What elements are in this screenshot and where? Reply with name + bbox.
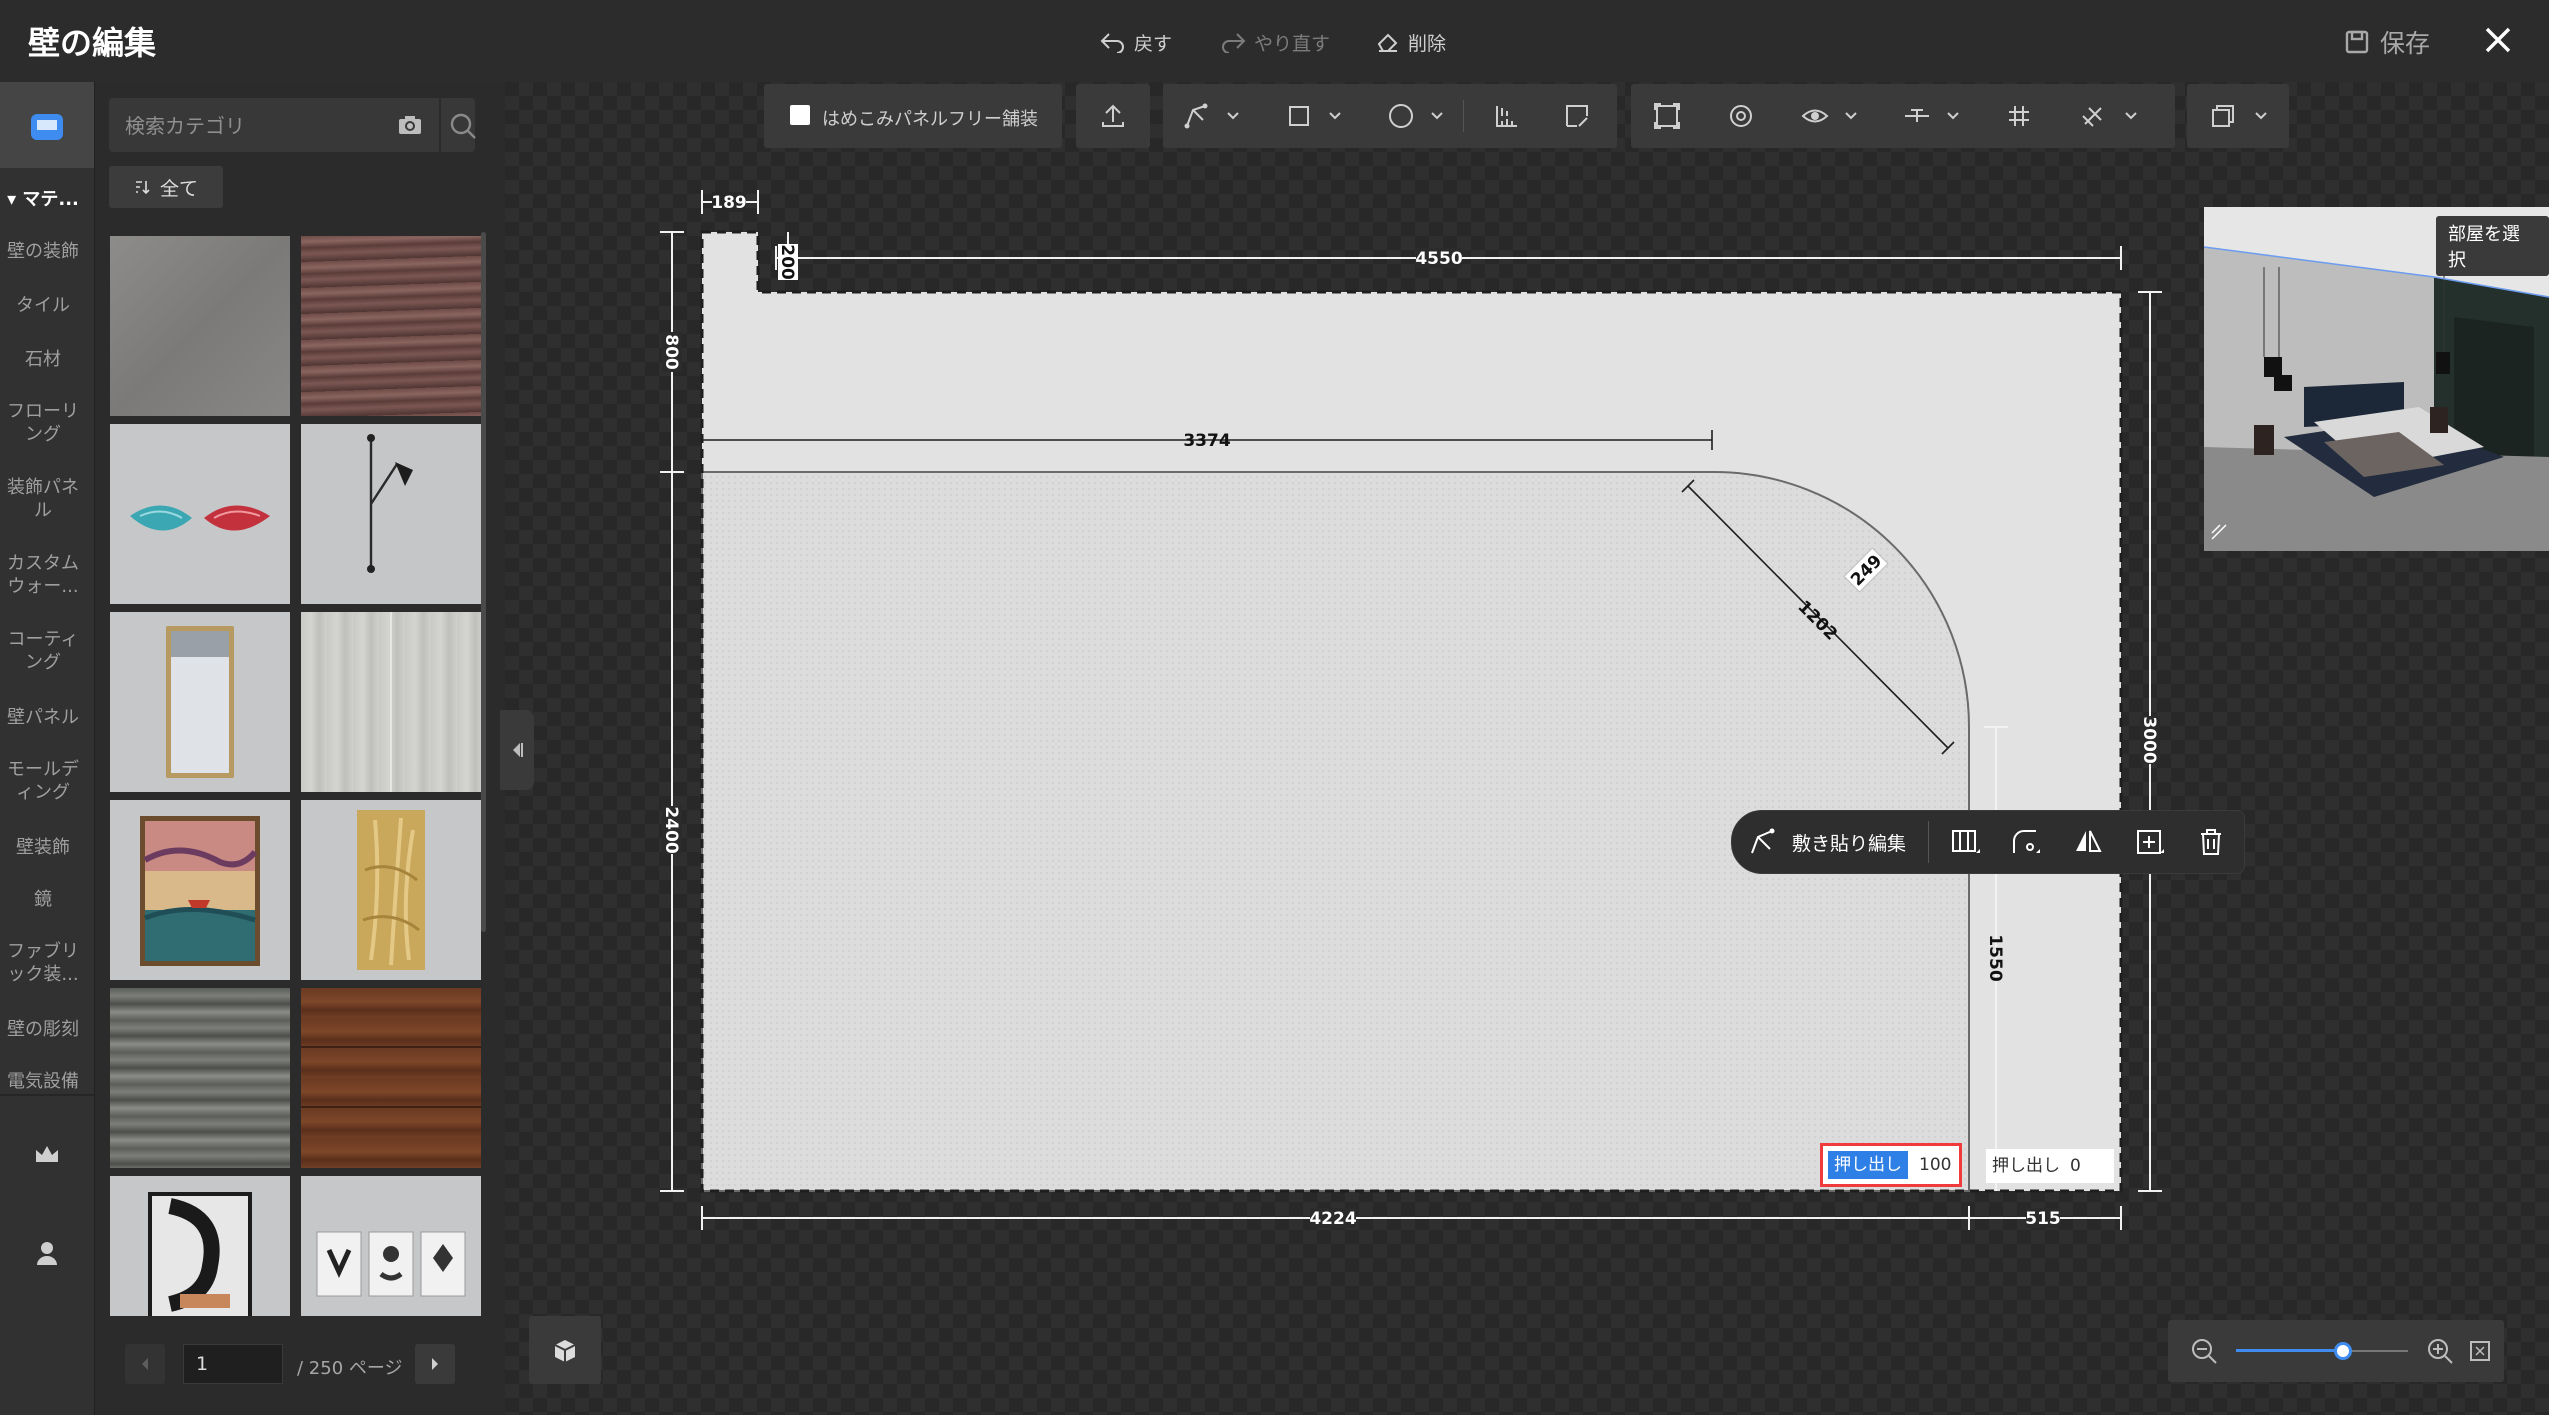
- dim-4224: 4224: [1309, 1209, 1356, 1229]
- align-icon[interactable]: [1903, 102, 1931, 130]
- draw-tools-group: [1163, 84, 1617, 148]
- dim-4550: 4550: [1415, 249, 1462, 269]
- tile-context-bar: 敷き貼り編集: [1731, 810, 2245, 874]
- chevron-down-icon[interactable]: [2255, 112, 2267, 120]
- wall-drawing: 189 4550 200 800 3374 249 1202 2400 3000: [660, 190, 2162, 1230]
- dim-515: 515: [2025, 1209, 2061, 1229]
- pen-path-icon[interactable]: [1183, 102, 1211, 130]
- chevron-down-icon[interactable]: [1947, 112, 1959, 120]
- context-divider: [1928, 821, 1929, 863]
- inlay-checkbox[interactable]: [790, 105, 810, 125]
- upload-icon[interactable]: [1099, 102, 1127, 130]
- layout-copy-icon[interactable]: [2209, 102, 2237, 130]
- mirror-flip-icon[interactable]: [2072, 827, 2104, 857]
- zoom-out-icon[interactable]: [2190, 1337, 2218, 1365]
- layout-group: [2187, 84, 2289, 148]
- select-room-button[interactable]: 部屋を選択: [2436, 216, 2549, 276]
- tile-edit-icon: [1751, 828, 1775, 854]
- extrude-input-left[interactable]: 押し出し 100: [1820, 1143, 1962, 1187]
- zoom-in-icon[interactable]: [2426, 1337, 2454, 1365]
- grid-hash-icon[interactable]: [2005, 102, 2033, 130]
- trash-icon[interactable]: [2196, 827, 2226, 857]
- dim-800: 800: [661, 334, 681, 370]
- ruler-dimension-icon[interactable]: [1493, 102, 1521, 130]
- select-frame-icon[interactable]: [1653, 102, 1681, 130]
- circle-icon[interactable]: [1387, 102, 1415, 130]
- edit-area-icon[interactable]: [1563, 102, 1591, 130]
- add-region-icon[interactable]: [2134, 827, 2166, 857]
- extrude-label-right: 押し出し: [1992, 1156, 2060, 1176]
- dim-189: 189: [711, 193, 747, 213]
- tile-layout-icon[interactable]: [1950, 827, 1982, 857]
- lasso-icon[interactable]: [1727, 102, 1755, 130]
- dim-200: 200: [777, 244, 797, 280]
- zoom-slider-handle[interactable]: [2333, 1342, 2352, 1360]
- eye-icon[interactable]: [1801, 102, 1829, 130]
- extrude-input-right[interactable]: 押し出し 0: [1986, 1149, 2114, 1183]
- dim-1550: 1550: [1985, 934, 2005, 981]
- zoom-control: [2168, 1320, 2504, 1382]
- extrude-label-left: 押し出し: [1828, 1151, 1908, 1179]
- view-tools-group: [1631, 84, 2175, 148]
- corner-arc-icon[interactable]: [2010, 827, 2042, 857]
- zoom-slider-fill: [2236, 1349, 2343, 1352]
- upload-group: [1076, 84, 1150, 148]
- extrude-value-left[interactable]: 100: [1919, 1151, 1951, 1179]
- tile-edit-button[interactable]: 敷き貼り編集: [1792, 829, 1906, 856]
- chevron-down-icon[interactable]: [2125, 112, 2137, 120]
- inlay-checkbox-label: はめこみパネルフリー舗装: [822, 109, 1038, 130]
- chevron-down-icon[interactable]: [1227, 112, 1239, 120]
- fit-screen-icon[interactable]: [2468, 1339, 2492, 1363]
- chevron-down-icon[interactable]: [1329, 112, 1341, 120]
- extrude-value-right[interactable]: 0: [2070, 1153, 2081, 1179]
- cube-icon: [554, 1340, 576, 1362]
- chevron-down-icon[interactable]: [1845, 112, 1857, 120]
- dim-2400: 2400: [661, 806, 681, 853]
- magnet-snap-icon[interactable]: [2079, 102, 2107, 130]
- view-3d-button[interactable]: [529, 1316, 601, 1384]
- inlay-toggle-group: はめこみパネルフリー舗装: [764, 84, 1062, 148]
- dim-3374: 3374: [1183, 431, 1230, 451]
- dim-3000: 3000: [2139, 716, 2159, 763]
- toolbar-divider: [1463, 100, 1464, 132]
- rectangle-icon[interactable]: [1285, 102, 1313, 130]
- chevron-down-icon[interactable]: [1431, 112, 1443, 120]
